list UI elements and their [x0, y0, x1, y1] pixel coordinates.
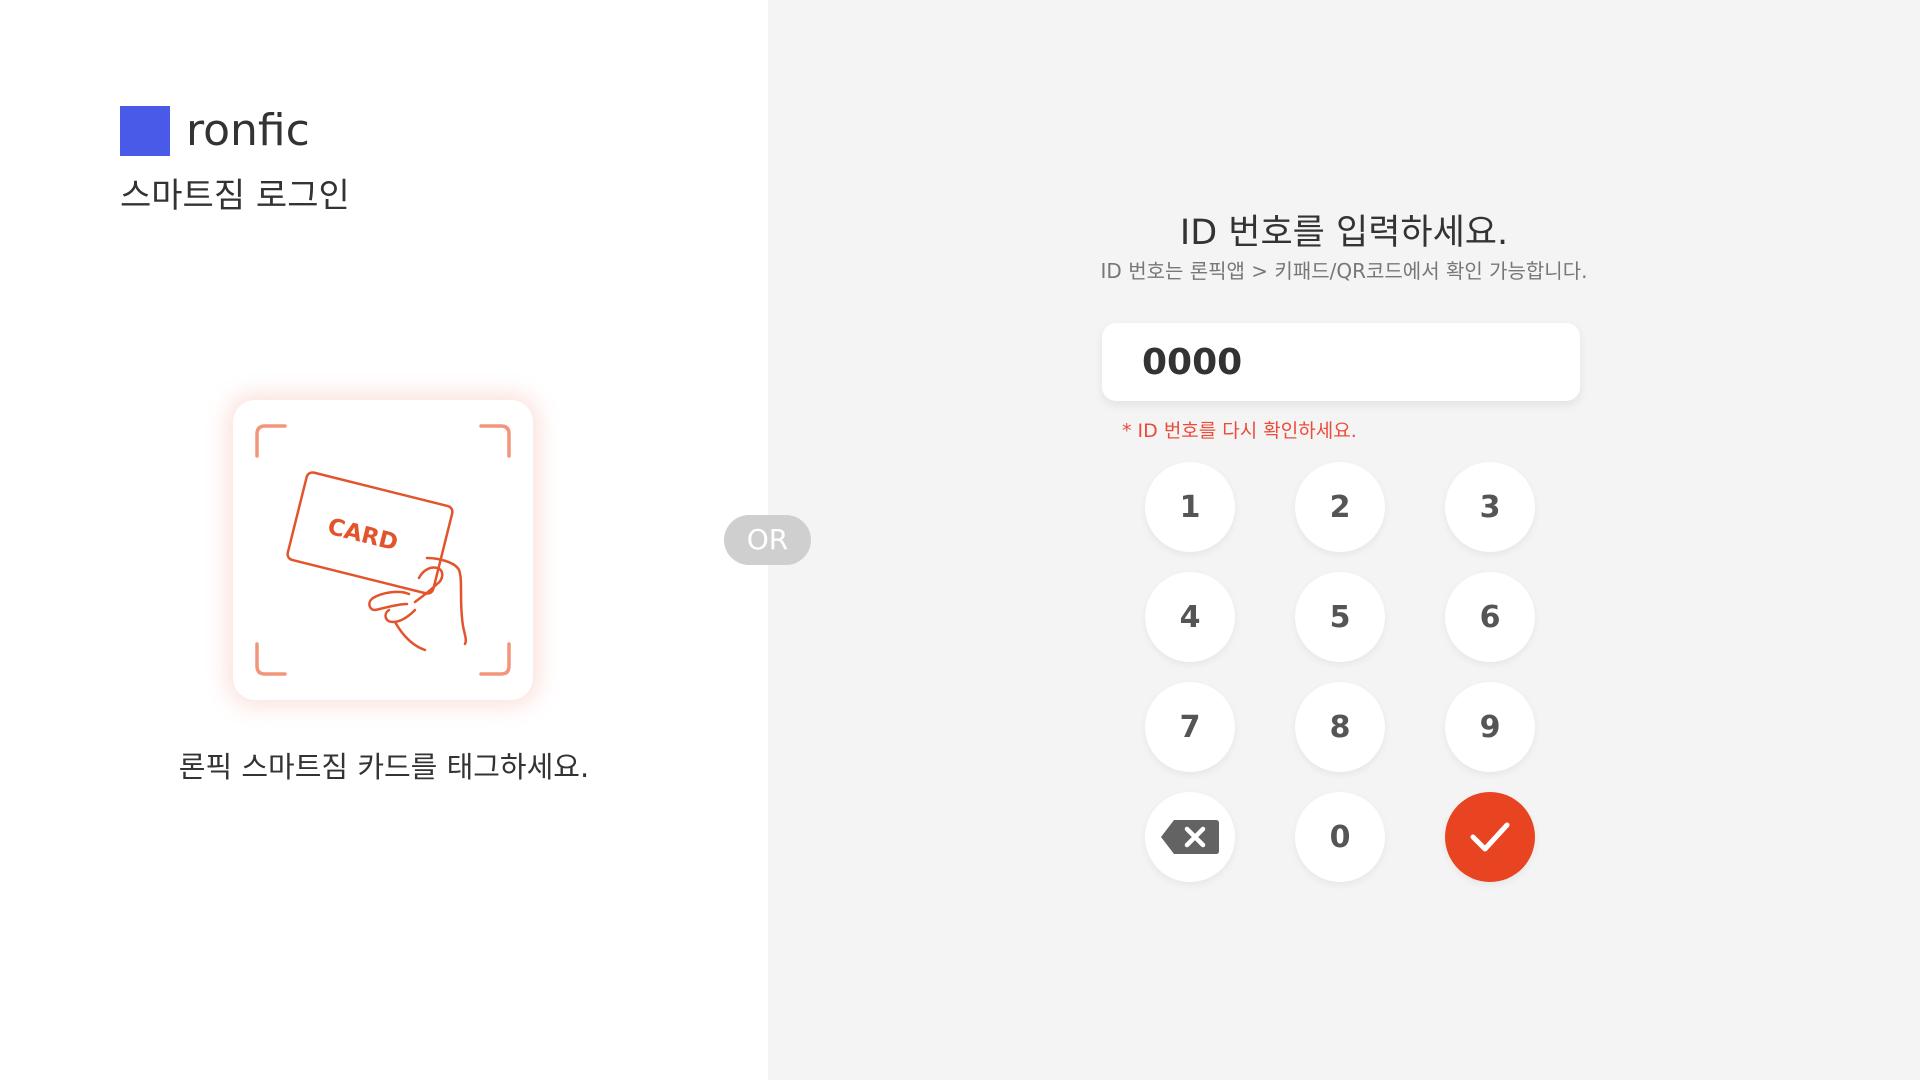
keypad-key-1[interactable]: 1	[1145, 462, 1235, 552]
backspace-icon	[1161, 820, 1219, 854]
id-input-help: ID 번호는 론픽앱 > 키패드/QR코드에서 확인 가능합니다.	[1100, 259, 1588, 283]
card-login-panel: ronfic 스마트짐 로그인 CARD 론픽 스마트짐 카드를 태그하세요.	[0, 0, 768, 1080]
brand-name: ronfic	[186, 105, 310, 156]
id-error-message: * ID 번호를 다시 확인하세요.	[1122, 420, 1357, 442]
keypad-key-5[interactable]: 5	[1295, 572, 1385, 662]
checkmark-icon	[1470, 822, 1510, 852]
keypad-key-6[interactable]: 6	[1445, 572, 1535, 662]
id-input-title: ID 번호를 입력하세요.	[1179, 213, 1509, 253]
backspace-button[interactable]	[1145, 792, 1235, 882]
id-number-input[interactable]	[1102, 323, 1580, 401]
card-tag-instruction: 론픽 스마트짐 카드를 태그하세요.	[178, 750, 590, 784]
keypad-key-7[interactable]: 7	[1145, 682, 1235, 772]
page-title: 스마트짐 로그인	[120, 176, 350, 216]
keypad-key-4[interactable]: 4	[1145, 572, 1235, 662]
card-tag-area: CARD	[233, 400, 533, 700]
card-label: CARD	[325, 514, 401, 557]
numeric-keypad: 1 2 3 4 5 6 7 8 9 0	[1145, 462, 1545, 882]
keypad-key-3[interactable]: 3	[1445, 462, 1535, 552]
keypad-key-9[interactable]: 9	[1445, 682, 1535, 772]
card-icon: CARD	[286, 471, 454, 595]
brand-logo	[120, 106, 170, 156]
keypad-key-8[interactable]: 8	[1295, 682, 1385, 772]
id-login-panel: ID 번호를 입력하세요. ID 번호는 론픽앱 > 키패드/QR코드에서 확인…	[768, 0, 1920, 1080]
brand: ronfic	[120, 106, 310, 156]
confirm-button[interactable]	[1445, 792, 1535, 882]
or-separator: OR	[724, 515, 811, 565]
hand-icon	[368, 556, 468, 652]
login-screen: ronfic 스마트짐 로그인 CARD 론픽 스마트짐 카드를 태그하세요. …	[0, 0, 1920, 1080]
card-tag-illustration: CARD	[255, 424, 511, 676]
keypad-key-0[interactable]: 0	[1295, 792, 1385, 882]
keypad-key-2[interactable]: 2	[1295, 462, 1385, 552]
